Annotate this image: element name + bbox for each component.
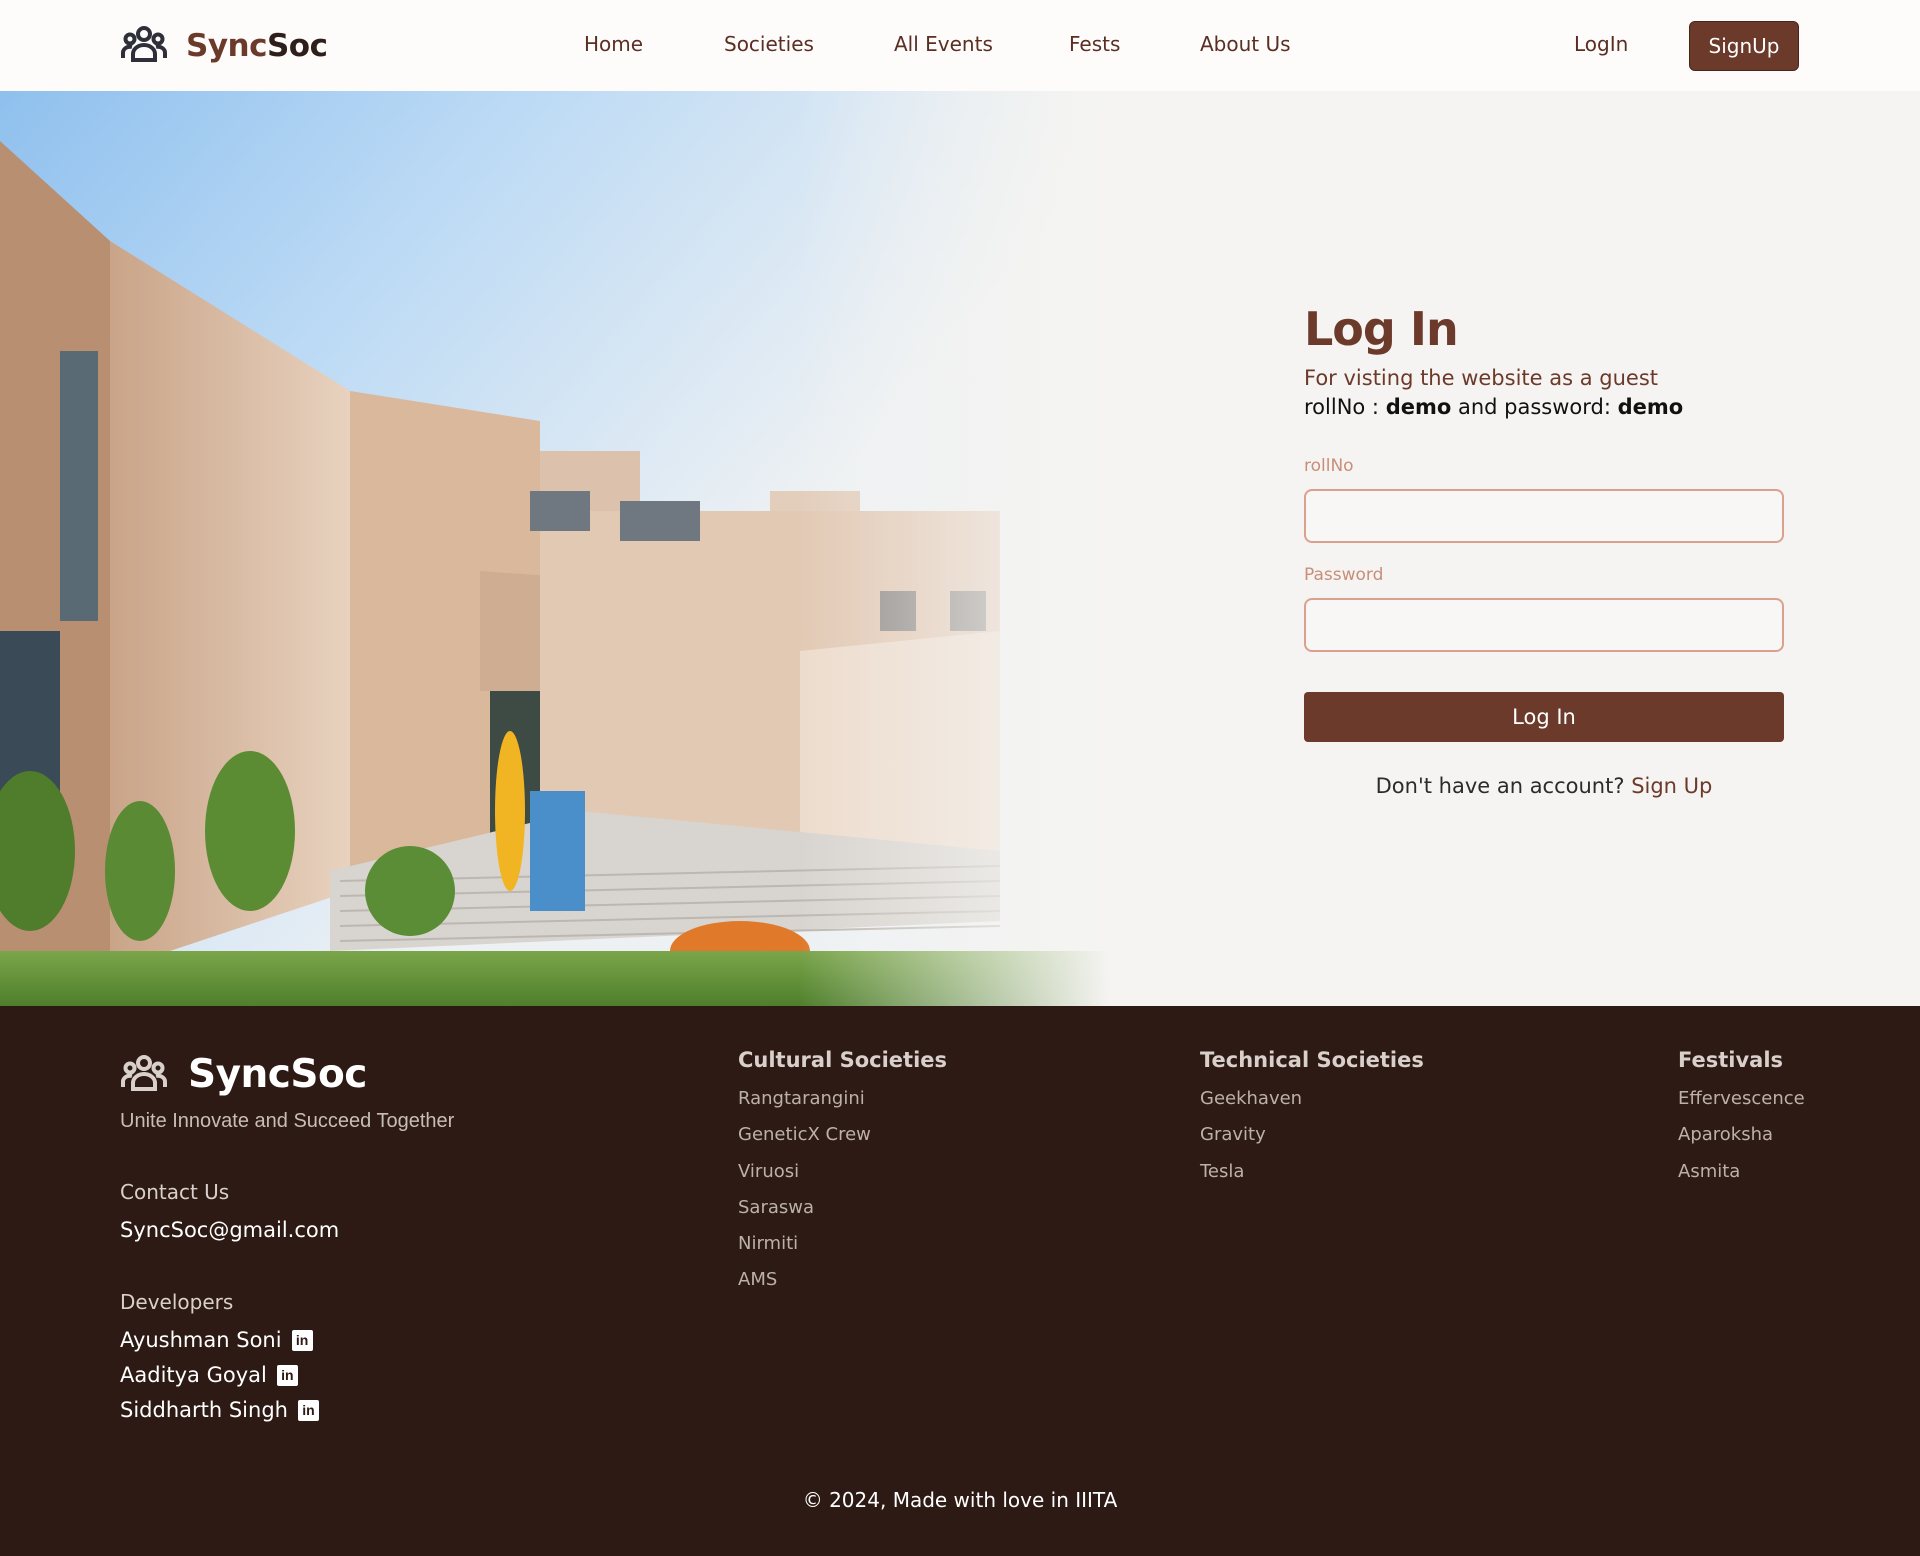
guest-roll-value: demo — [1385, 395, 1452, 419]
copyright-text: © 2024, Made with love in IIITA — [802, 1488, 1118, 1512]
guest-credentials: rollNo : demo and password: demo — [1304, 395, 1683, 419]
login-title: Log In — [1304, 302, 1459, 356]
footer-link-saraswa[interactable]: Saraswa — [738, 1197, 814, 1218]
cultural-societies-heading: Cultural Societies — [738, 1048, 948, 1072]
users-group-icon — [121, 1054, 167, 1091]
linkedin-glyph: in — [302, 1401, 315, 1418]
signup-button[interactable]: SignUp — [1689, 21, 1799, 71]
rollno-input[interactable] — [1304, 489, 1784, 543]
developer-item[interactable]: Aaditya Goyal in — [120, 1363, 298, 1387]
guest-roll-prefix: rollNo : — [1304, 395, 1386, 419]
nav-home[interactable]: Home — [584, 32, 643, 56]
login-link[interactable]: LogIn — [1574, 32, 1628, 56]
footer-link-geekhaven[interactable]: Geekhaven — [1200, 1088, 1302, 1109]
contact-heading: Contact Us — [120, 1180, 230, 1204]
footer-link-ams[interactable]: AMS — [738, 1269, 777, 1290]
brand-name-part2: Soc — [266, 28, 328, 64]
top-navbar: SyncSoc Home Societies All Events Fests … — [0, 0, 1920, 91]
guest-info-text: For visting the website as a guest — [1304, 366, 1659, 390]
footer-link-rangtarangini[interactable]: Rangtarangini — [738, 1088, 865, 1109]
linkedin-icon[interactable]: in — [297, 1399, 319, 1421]
technical-societies-heading: Technical Societies — [1200, 1048, 1424, 1072]
users-group-icon — [121, 26, 167, 62]
linkedin-icon[interactable]: in — [291, 1329, 313, 1351]
hero-section — [0, 91, 1920, 1006]
nav-fests[interactable]: Fests — [1069, 32, 1120, 56]
footer-link-gravity[interactable]: Gravity — [1200, 1124, 1266, 1145]
linkedin-glyph: in — [281, 1366, 294, 1383]
brand-logo[interactable]: SyncSoc — [120, 24, 328, 68]
brand-name: SyncSoc — [186, 28, 328, 64]
linkedin-icon[interactable]: in — [276, 1364, 298, 1386]
developer-name: Aaditya Goyal — [120, 1363, 267, 1387]
footer-link-tesla[interactable]: Tesla — [1200, 1161, 1244, 1182]
footer-link-asmita[interactable]: Asmita — [1678, 1161, 1740, 1182]
developer-item[interactable]: Siddharth Singh in — [120, 1398, 319, 1422]
nav-all-events[interactable]: All Events — [894, 32, 993, 56]
footer-link-geneticx-crew[interactable]: GeneticX Crew — [738, 1124, 871, 1145]
password-label: Password — [1304, 565, 1384, 585]
nav-about-us[interactable]: About Us — [1200, 32, 1291, 56]
festivals-heading: Festivals — [1678, 1048, 1784, 1072]
footer: SyncSoc Unite Innovate and Succeed Toget… — [0, 1006, 1920, 1556]
developer-name: Ayushman Soni — [120, 1328, 282, 1352]
password-input[interactable] — [1304, 598, 1784, 652]
signup-link[interactable]: Sign Up — [1631, 774, 1712, 798]
footer-brand[interactable]: SyncSoc — [120, 1052, 367, 1097]
footer-brand-name: SyncSoc — [188, 1052, 367, 1097]
footer-link-nirmiti[interactable]: Nirmiti — [738, 1233, 798, 1254]
campus-building-image — [0, 91, 1110, 1006]
nav-societies[interactable]: Societies — [724, 32, 814, 56]
footer-link-viruosi[interactable]: Viruosi — [738, 1161, 799, 1182]
guest-password-prefix: and password: — [1451, 395, 1618, 419]
developer-item[interactable]: Ayushman Soni in — [120, 1328, 313, 1352]
developers-heading: Developers — [120, 1290, 234, 1314]
footer-link-effervescence[interactable]: Effervescence — [1678, 1088, 1805, 1109]
no-account-prompt: Don't have an account? Sign Up — [1304, 774, 1784, 798]
guest-password-value: demo — [1617, 395, 1684, 419]
linkedin-glyph: in — [295, 1331, 309, 1348]
login-submit-button[interactable]: Log In — [1304, 692, 1784, 742]
brand-name-part1: Sync — [186, 28, 267, 64]
tagline: Unite Innovate and Succeed Together — [120, 1110, 455, 1132]
developer-name: Siddharth Singh — [120, 1398, 288, 1422]
contact-email[interactable]: SyncSoc@gmail.com — [120, 1218, 339, 1242]
no-account-text: Don't have an account? — [1375, 774, 1632, 798]
rollno-label: rollNo — [1304, 456, 1354, 476]
footer-link-aparoksha[interactable]: Aparoksha — [1678, 1124, 1773, 1145]
